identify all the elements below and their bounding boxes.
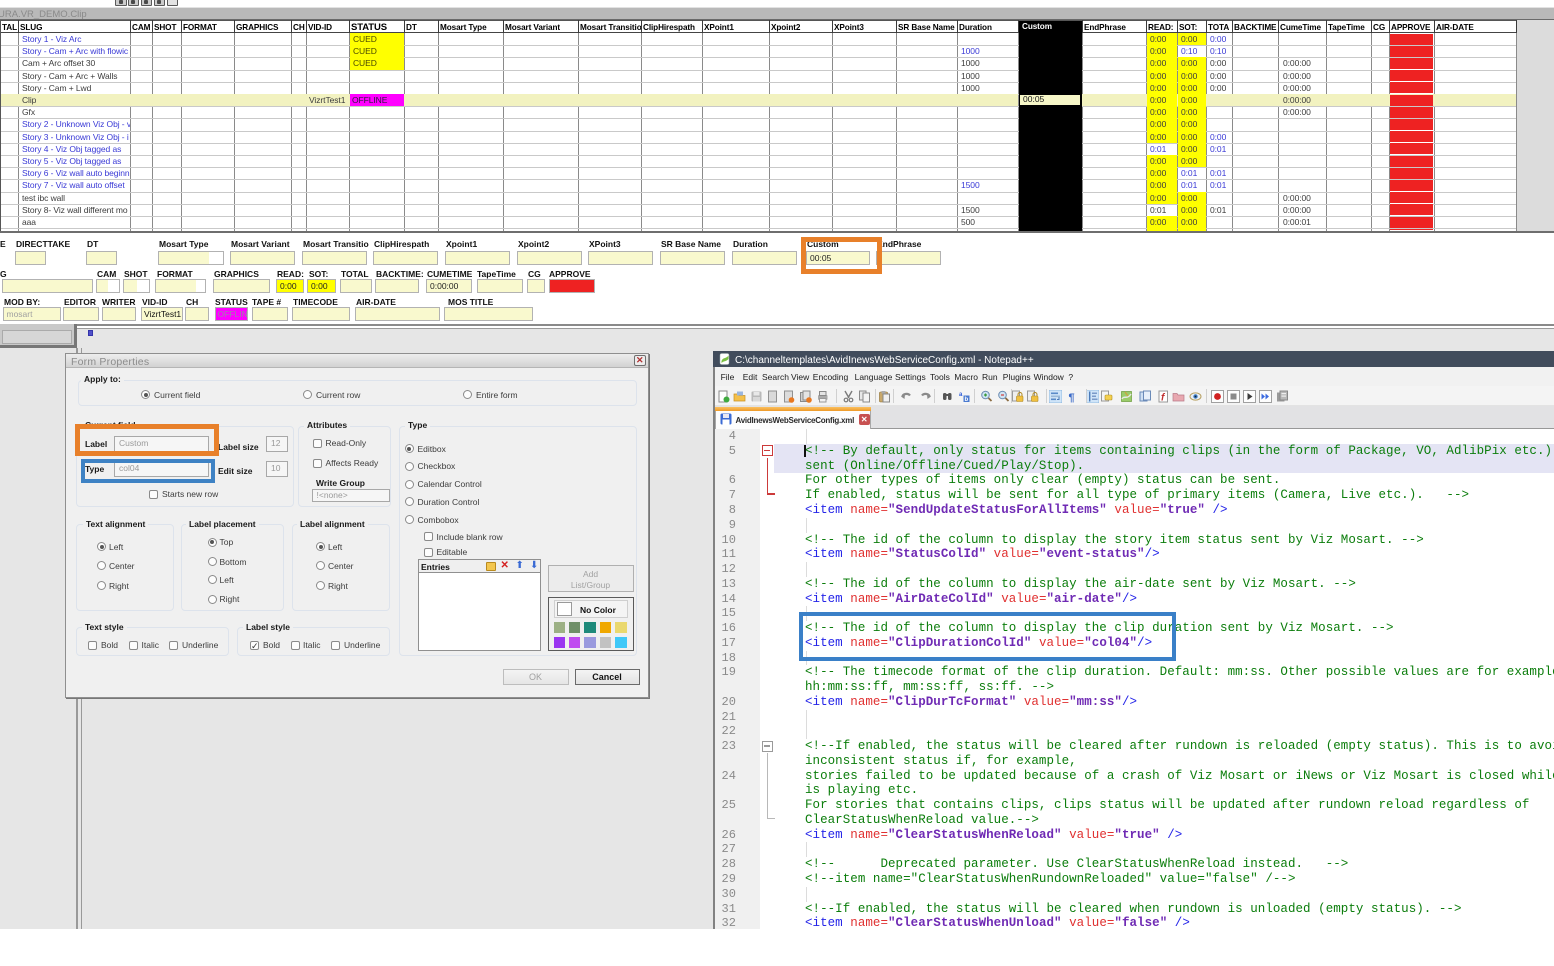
svg-text:¶: ¶ <box>1069 392 1075 403</box>
svg-text:a: a <box>959 392 963 398</box>
svg-text:b: b <box>965 397 969 403</box>
